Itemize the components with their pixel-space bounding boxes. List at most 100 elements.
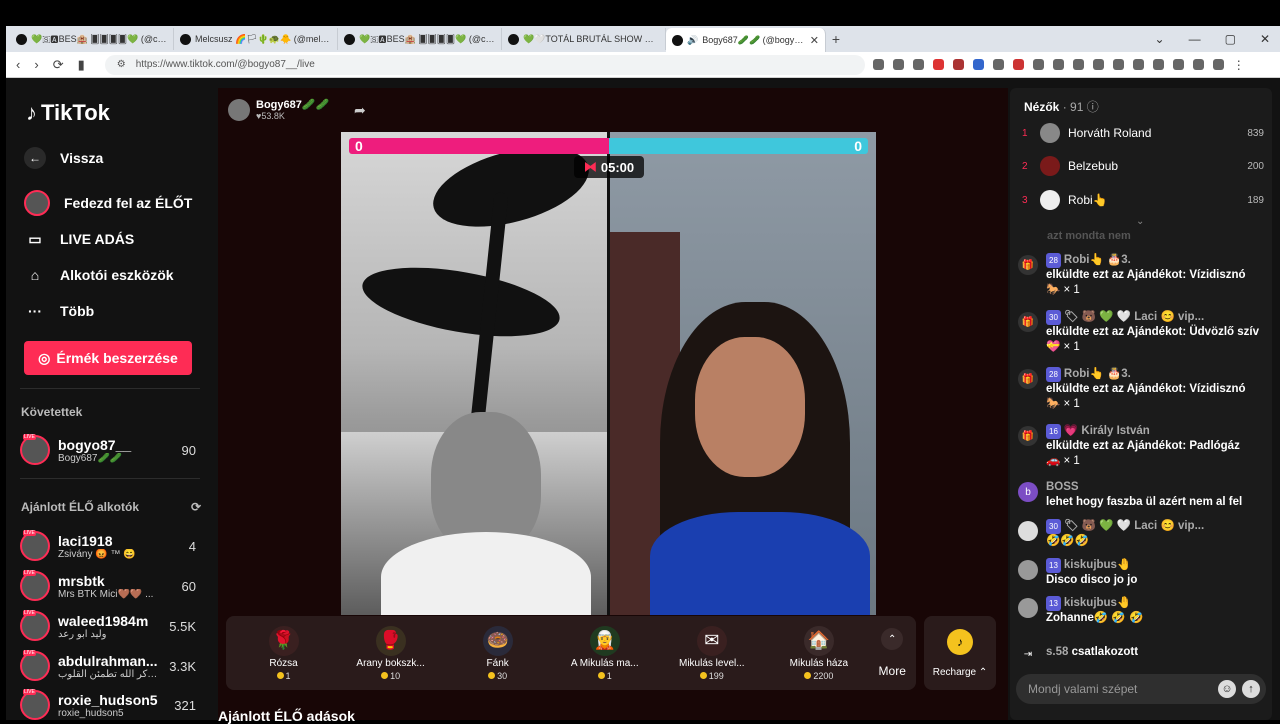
gift-item[interactable]: ✉ Mikulás level... 199 xyxy=(658,625,765,681)
faded-message: azt mondta nem xyxy=(1047,230,1131,242)
extension-icon[interactable] xyxy=(1132,59,1144,70)
url-field[interactable]: ⚙ https://www.tiktok.com/@bogyo87__/live xyxy=(104,54,865,75)
tiktok-logo[interactable]: ♪ TikTok xyxy=(26,100,110,126)
extension-icon[interactable] xyxy=(992,59,1004,70)
nav-explore-live[interactable]: Fedezd fel az ÉLŐT xyxy=(24,190,192,216)
score-left: 0 xyxy=(349,138,609,154)
extension-icon[interactable] xyxy=(872,59,884,70)
host-info[interactable]: Bogy687🥒🥒 ♥53.8K xyxy=(228,98,329,121)
elf-icon: 🧝 xyxy=(589,625,620,656)
extension-icon[interactable] xyxy=(952,59,964,70)
extension-icon[interactable] xyxy=(1112,59,1124,70)
chevron-up-icon: ⌃ xyxy=(881,628,904,650)
avatar: LIVE xyxy=(20,570,50,601)
site-info-icon[interactable]: ⚙ xyxy=(117,59,126,70)
recommended-creator[interactable]: LIVE waleed1984m وليد ابو رعد 5.5K xyxy=(20,609,196,643)
recommended-header: Ajánlott ÉLŐ alkotók ⟳ xyxy=(21,500,201,514)
extension-icon[interactable] xyxy=(1032,59,1044,70)
extension-icon[interactable] xyxy=(972,59,984,70)
close-window-button[interactable]: ✕ xyxy=(1260,32,1270,46)
nav-creator-tools[interactable]: ⌂ Alkotói eszközök xyxy=(24,264,174,286)
coin-icon xyxy=(699,672,707,679)
recommended-creator[interactable]: LIVE roxie_hudson5 roxie_hudson5 321 xyxy=(20,688,196,722)
avatar xyxy=(1040,156,1060,176)
gift-item[interactable]: 🌹 Rózsa 1 xyxy=(230,625,337,681)
info-icon[interactable]: ⓘ xyxy=(1087,100,1099,114)
extension-icon[interactable] xyxy=(892,59,904,70)
tab-search-icon[interactable]: ⌄ xyxy=(1155,32,1165,46)
browser-tab-active[interactable]: 🔊Bogy687🥒🥒 (@bogyo87__✕ xyxy=(666,28,826,52)
extension-icon[interactable] xyxy=(1172,59,1184,70)
join-icon: ⇥ xyxy=(1023,648,1033,660)
extension-icon[interactable] xyxy=(1152,59,1164,70)
gift-item[interactable]: 🏠 Mikulás háza 2200 xyxy=(765,625,872,681)
host-avatar[interactable] xyxy=(228,98,250,121)
recommended-creator[interactable]: LIVE mrsbtk Mrs BTK Mici🤎🤎 ... 60 xyxy=(20,569,196,603)
back-arrow-icon[interactable]: ‹ xyxy=(16,57,20,73)
bookmark-icon[interactable]: ▮ xyxy=(78,57,85,73)
extension-icon[interactable] xyxy=(1012,59,1024,70)
gift-item[interactable]: 🥊 Arany bokszk... 10 xyxy=(337,625,444,681)
divider xyxy=(20,388,200,389)
expand-chevron-icon[interactable]: ⌄ xyxy=(1136,216,1144,227)
chat-gift-message: 🎁 16 💗 Király István elküldte ezt az Ajánd… xyxy=(1018,424,1266,469)
right-camera-feed xyxy=(610,132,876,615)
emoji-icon[interactable]: ☺ xyxy=(1218,680,1236,698)
send-icon[interactable]: ↑ xyxy=(1242,680,1260,698)
followed-creator[interactable]: LIVE bogyo87__ Bogy687🥒🥒 90 xyxy=(20,433,196,467)
extension-icon[interactable] xyxy=(1092,59,1104,70)
close-tab-icon[interactable]: ✕ xyxy=(810,34,819,47)
new-tab-button[interactable]: + xyxy=(826,31,846,47)
extension-icon[interactable] xyxy=(932,59,944,70)
browser-tab[interactable]: Melcsusz 🌈🏳🌵🐢🐥 (@melinc xyxy=(174,28,338,50)
top-viewer[interactable]: 2 Belzebub 200 xyxy=(1022,154,1264,178)
extension-icon[interactable] xyxy=(1052,59,1064,70)
browser-tab[interactable]: 💚🤍TOTÁL BRUTÁL SHOW PÓT💚🤍 xyxy=(502,28,666,50)
browser-tab[interactable]: 💚🇸🅰BES🏨 🂠🂠🂠🂠💚 (@csby01 xyxy=(338,28,502,50)
gift-item[interactable]: 🧝 A Mikulás ma... 1 xyxy=(551,625,658,681)
chat-gift-message: 🎁 30 🏷 🐻 💚 🤍 Laci 😊 vip... elküldte ezt az… xyxy=(1018,310,1266,355)
back-nav[interactable]: ← Vissza xyxy=(24,147,103,169)
menu-dots-icon[interactable]: ⋮ xyxy=(1233,58,1245,72)
chat-gift-message: 🎁 28 Robi👆 🎂3. elküldte ezt az Ajándékot: … xyxy=(1018,367,1266,412)
live-badge: LIVE xyxy=(23,570,36,576)
streamer-right-top xyxy=(650,512,870,615)
gift-item[interactable]: 🍩 Fánk 30 xyxy=(444,625,551,681)
refresh-icon[interactable]: ⟳ xyxy=(191,500,201,514)
recommended-creator[interactable]: LIVE abdulrahman...ألا بذكر الله تطمئن ا… xyxy=(20,649,196,683)
top-viewer[interactable]: 3 Robi👆 189 xyxy=(1022,188,1264,212)
maximize-button[interactable]: ▢ xyxy=(1225,32,1236,46)
extension-icon[interactable] xyxy=(1072,59,1084,70)
tiktok-favicon-icon xyxy=(672,34,683,46)
live-badge: LIVE xyxy=(23,689,36,695)
tiktok-coin-icon: ♪ xyxy=(947,628,973,655)
donut-icon: 🍩 xyxy=(482,625,513,656)
coin-icon xyxy=(381,672,389,679)
speaker-icon[interactable]: 🔊 xyxy=(687,35,698,46)
tiktok-favicon-icon xyxy=(344,33,355,45)
nav-more[interactable]: ··· Több xyxy=(24,300,94,322)
extension-icon[interactable] xyxy=(912,59,924,70)
pk-battle-video[interactable]: 0 0 ⧓ 05:00 xyxy=(341,132,876,615)
followed-header: Követettek xyxy=(21,405,83,419)
recharge-button[interactable]: ♪ Recharge ⌃ xyxy=(924,616,996,690)
pk-score-bar: 0 0 xyxy=(349,138,868,154)
share-icon[interactable]: ➦ xyxy=(354,102,366,119)
top-viewer[interactable]: 1 Horváth Roland 839 xyxy=(1022,121,1264,145)
browser-tab[interactable]: 💚🇸🅰BES🏨 🂠🂠🂠🂠💚 (@csby01 xyxy=(10,28,174,50)
more-dots-icon: ··· xyxy=(28,303,42,319)
recommended-creator[interactable]: LIVE laci1918 Zsivány 😡 ™ 😄 4 xyxy=(20,529,196,563)
get-coins-button[interactable]: ◎ Érmék beszerzése xyxy=(24,341,192,375)
avatar: LIVE xyxy=(20,610,50,641)
more-gifts-button[interactable]: ⌃ More xyxy=(872,628,912,678)
extension-icon[interactable] xyxy=(1192,59,1204,70)
chat-message: 13 kiskujbus🤚 Disco disco jo jo xyxy=(1018,558,1266,588)
tiktok-note-icon: ♪ xyxy=(26,100,37,125)
extension-icon[interactable] xyxy=(1212,59,1224,70)
browser-tab-strip: 💚🇸🅰BES🏨 🂠🂠🂠🂠💚 (@csby01 Melcsusz 🌈🏳🌵🐢🐥 (@… xyxy=(6,26,1280,52)
reload-icon[interactable]: ⟳ xyxy=(53,57,64,73)
nav-live-broadcast[interactable]: ▭ LIVE ADÁS xyxy=(24,228,134,250)
chat-input[interactable]: Mondj valami szépet ☺ ↑ xyxy=(1016,674,1266,704)
minimize-button[interactable]: — xyxy=(1189,32,1201,46)
forward-arrow-icon[interactable]: › xyxy=(34,57,38,73)
